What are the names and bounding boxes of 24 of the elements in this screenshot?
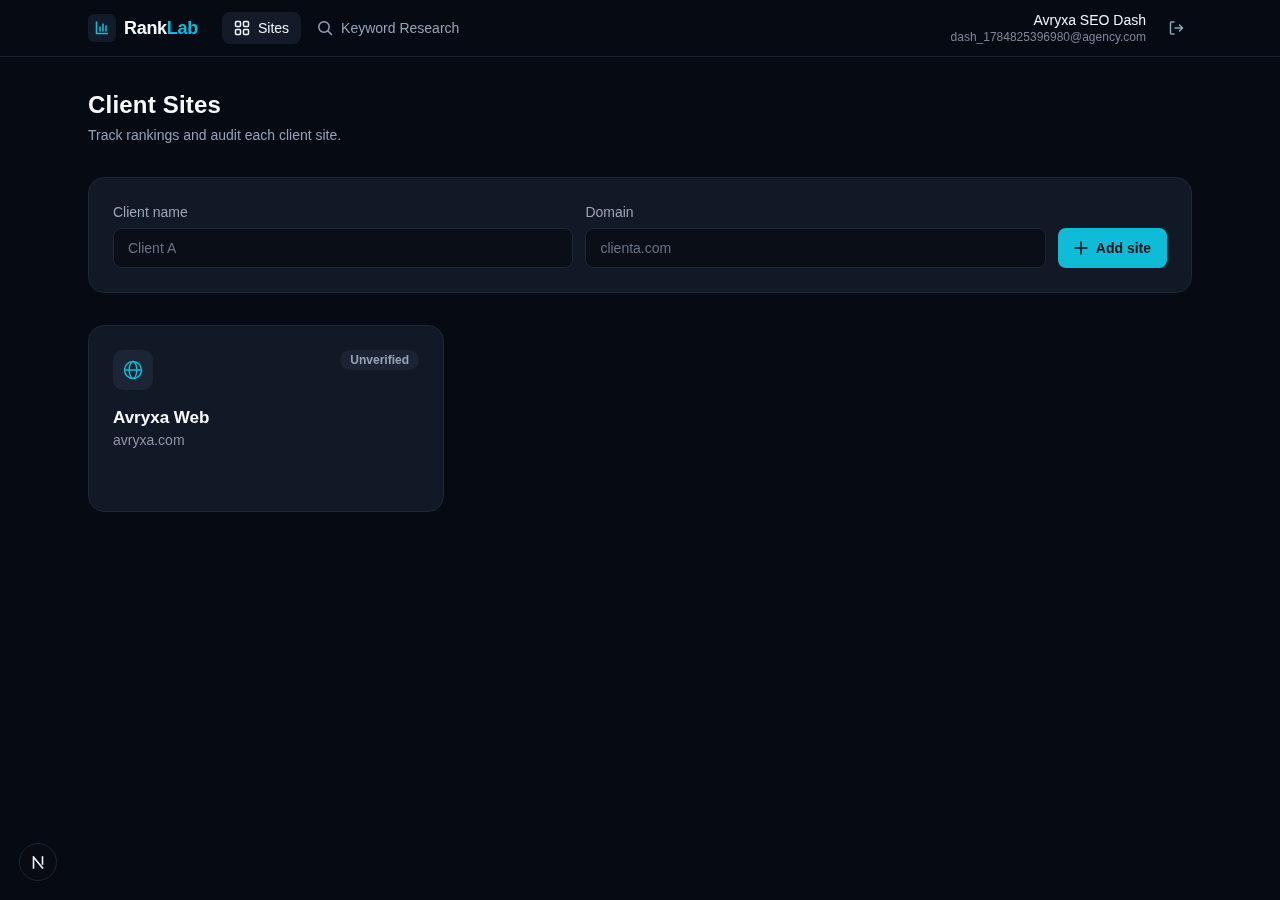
logout-icon [1168, 20, 1184, 36]
globe-icon [113, 350, 153, 390]
field-label: Client name [113, 203, 189, 222]
site-card[interactable]: Unverified Avryxa Web avryxa.com [88, 325, 444, 512]
dev-tools-button[interactable] [19, 843, 57, 881]
brand-name: RankLab [124, 17, 198, 39]
site-domain: avryxa.com [113, 431, 186, 450]
page-subtitle: Track rankings and audit each client site. [88, 126, 343, 145]
user-name: Avryxa SEO Dash [1033, 11, 1146, 29]
page-title: Client Sites [88, 90, 223, 120]
grid-icon [233, 20, 250, 36]
add-site-button[interactable]: Add site [1057, 228, 1167, 268]
field-label: Domain [585, 203, 635, 222]
user-email: dash_1784825396980@agency.com [950, 29, 1146, 45]
search-icon [317, 20, 334, 36]
bar-chart-icon [88, 14, 116, 42]
input-field[interactable]: clienta.com [585, 228, 1046, 268]
site-name: Avryxa Web [113, 407, 211, 429]
nav-tab[interactable]: Keyword Research [305, 12, 472, 44]
input-field[interactable]: Client A [113, 228, 574, 268]
plus-icon [1073, 241, 1088, 255]
n-logo-icon [32, 855, 44, 869]
status-badge: Unverified [340, 350, 419, 370]
nav-tab[interactable]: Sites [221, 12, 302, 44]
